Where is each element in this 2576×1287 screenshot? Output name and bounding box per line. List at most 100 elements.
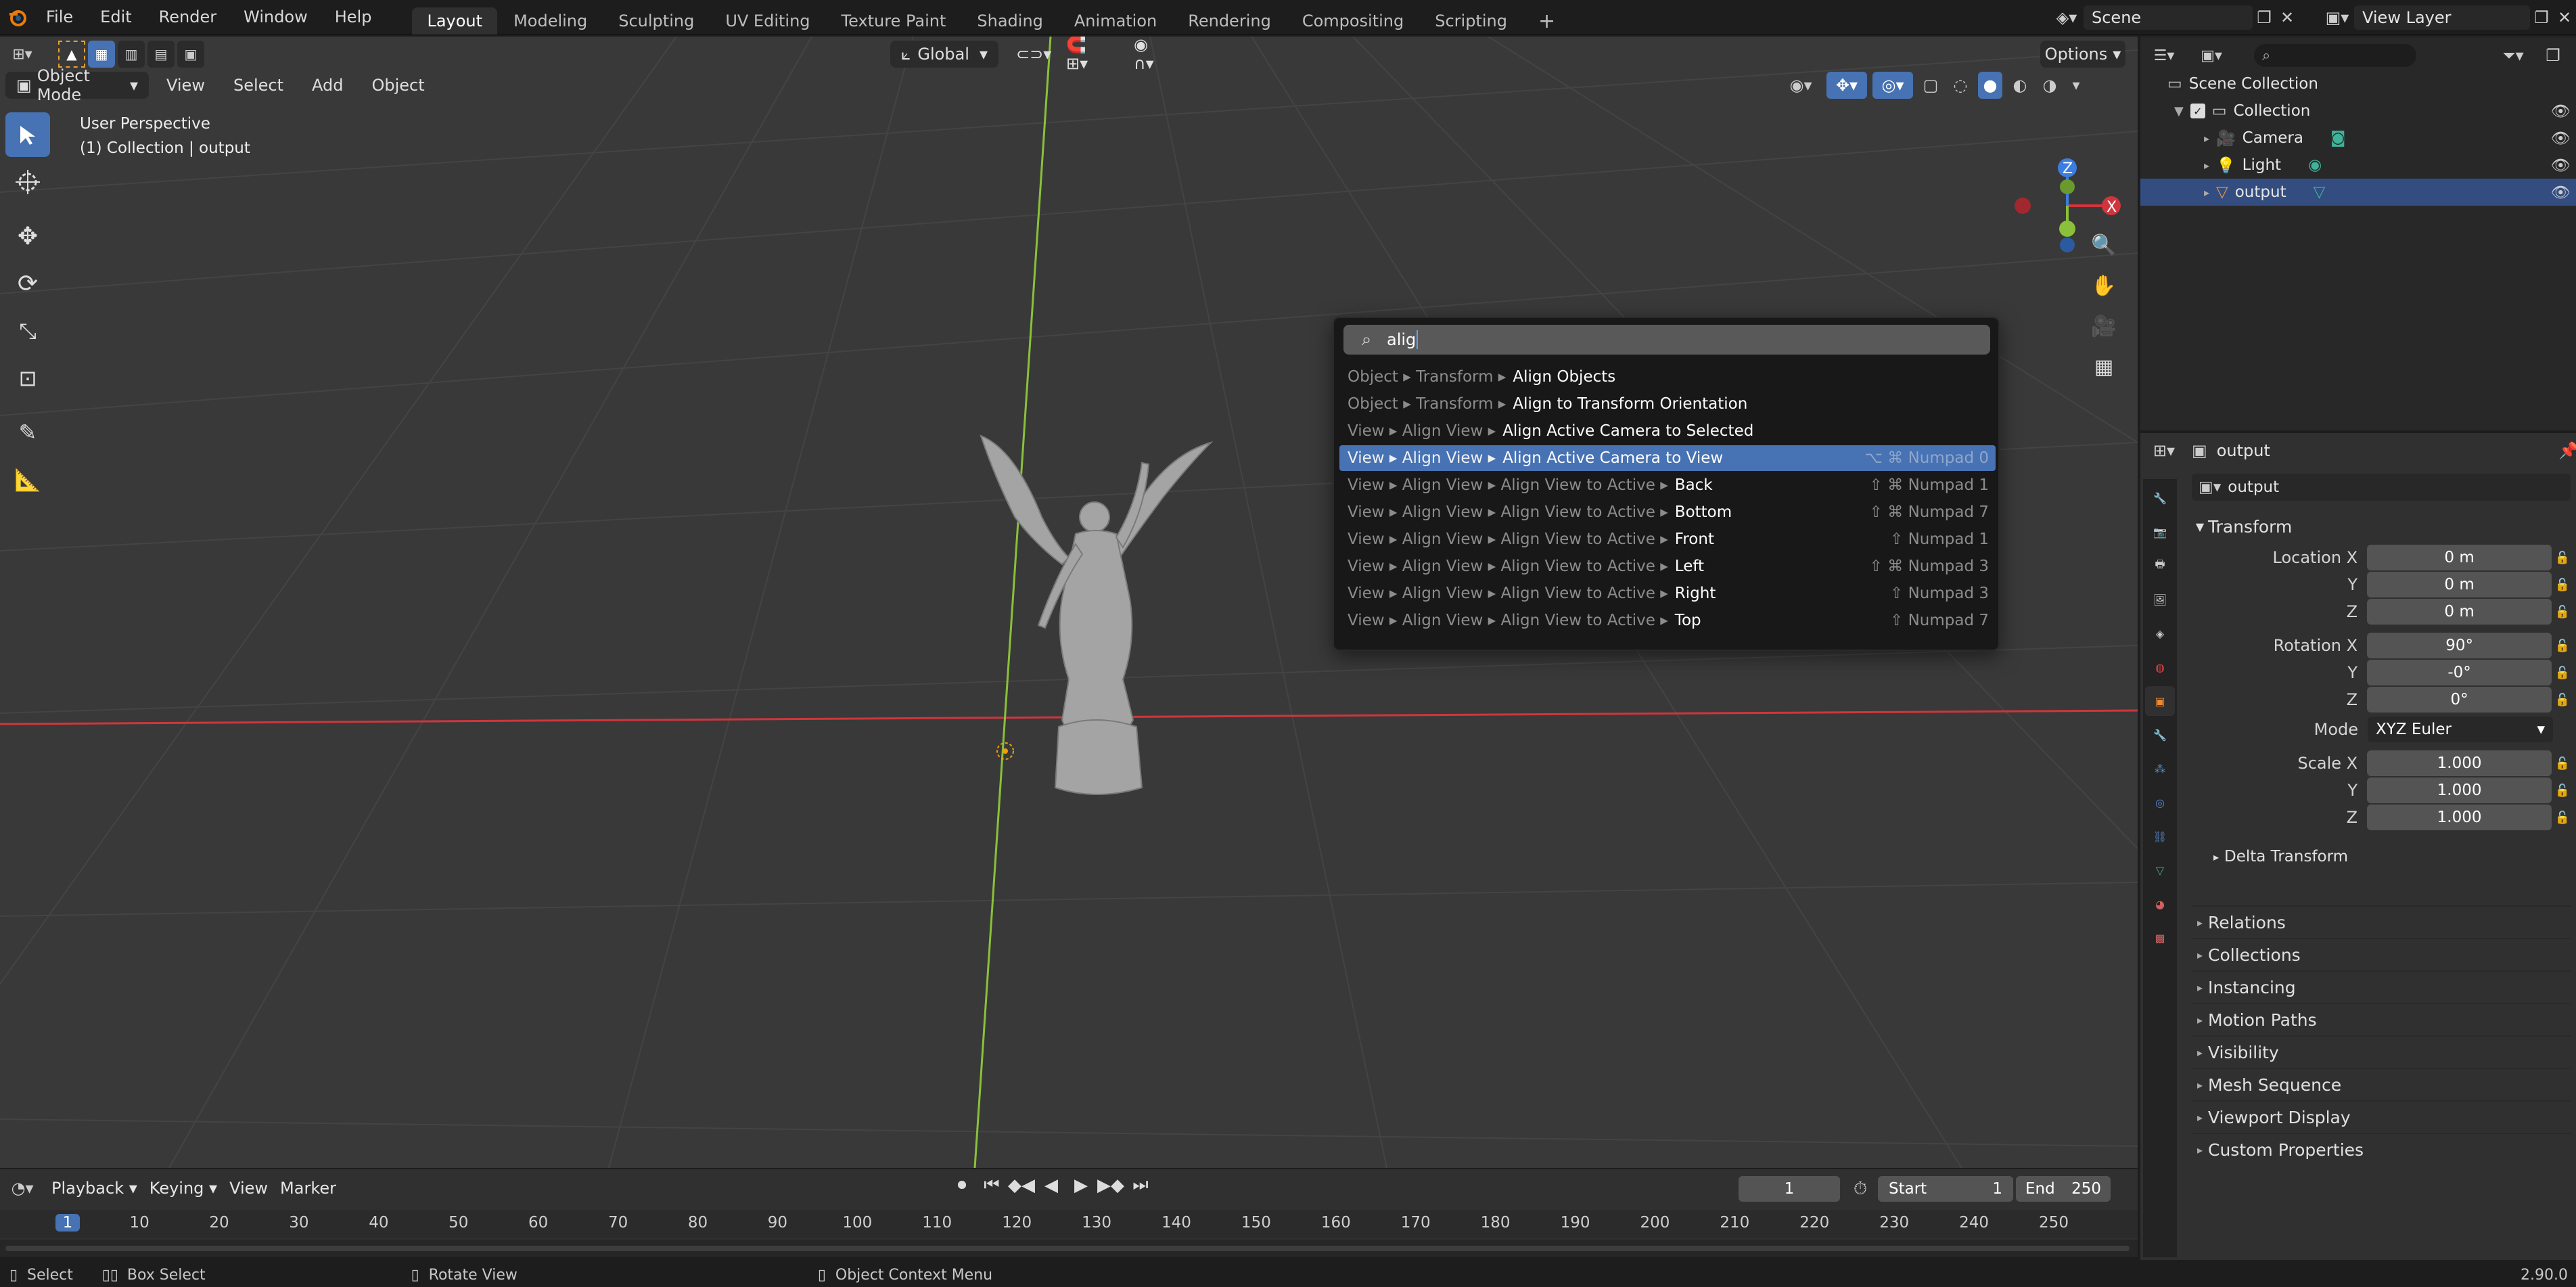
editor-type-icon[interactable]: ◔▾ xyxy=(5,1179,39,1198)
select-subtract-mode-icon[interactable]: ▤ xyxy=(147,41,175,68)
pin-icon[interactable]: 📌 xyxy=(2558,441,2576,460)
tab-uv-editing[interactable]: UV Editing xyxy=(710,7,825,35)
lock-icon[interactable]: 🔓 xyxy=(2554,666,2571,680)
new-scene-icon[interactable]: ❐ xyxy=(2253,8,2276,27)
panel-visibility[interactable]: ▸ Visibility xyxy=(2192,1035,2571,1068)
search-result-item[interactable]: View ▸ Align View ▸ Align View to Active… xyxy=(1339,526,1996,552)
tab-rendering[interactable]: Rendering xyxy=(1173,7,1286,35)
stopwatch-icon[interactable]: ⏱ xyxy=(1847,1176,1874,1202)
measure-tool-icon[interactable]: 📐 xyxy=(5,457,50,502)
perspective-grid-icon[interactable]: ▦ xyxy=(2085,348,2123,386)
object-mode-dropdown[interactable]: ▣ Object Mode ▾ xyxy=(5,66,149,104)
panel-collections[interactable]: ▸ Collections xyxy=(2192,938,2571,970)
scene-collection-row[interactable]: ▭ Scene Collection xyxy=(2140,70,2576,97)
lock-icon[interactable]: 🔓 xyxy=(2554,757,2571,771)
eye-icon[interactable]: 👁 xyxy=(2551,129,2571,148)
marker-menu[interactable]: Marker xyxy=(280,1179,336,1198)
editor-type-selector[interactable]: ⊞▾ xyxy=(5,41,39,68)
shading-options-icon[interactable]: ▾ xyxy=(2067,72,2085,99)
object-menu[interactable]: Object xyxy=(361,72,435,99)
playhead[interactable]: 1 xyxy=(55,1214,80,1232)
jump-start-icon[interactable]: ⏮ xyxy=(980,1175,1004,1196)
menu-help[interactable]: Help xyxy=(321,0,386,35)
start-frame-field[interactable]: Start 1 xyxy=(1878,1176,2013,1202)
playback-menu[interactable]: Playback ▾ xyxy=(51,1179,137,1198)
pivot-dropdown[interactable]: ⊂⊃▾ xyxy=(1005,41,1051,68)
tab-scripting[interactable]: Scripting xyxy=(1420,7,1522,35)
delta-transform-subpanel[interactable]: ▸ Delta Transform xyxy=(2192,842,2571,872)
orientation-dropdown[interactable]: ⟀ Global ▾ xyxy=(890,41,998,68)
scrollbar-thumb[interactable] xyxy=(5,1246,2130,1251)
location-x-field[interactable]: 0 m xyxy=(2367,545,2552,570)
tab-animation[interactable]: Animation xyxy=(1059,7,1172,35)
lock-icon[interactable]: 🔓 xyxy=(2554,639,2571,653)
move-tool-icon[interactable]: ✥ xyxy=(5,214,50,258)
scene-name[interactable]: Scene xyxy=(2084,5,2253,30)
texture-tab-icon[interactable]: ▩ xyxy=(2145,923,2175,953)
scale-y-field[interactable]: 1.000 xyxy=(2367,777,2552,803)
tab-layout[interactable]: Layout xyxy=(412,7,498,35)
particles-tab-icon[interactable]: ⁂ xyxy=(2145,754,2175,784)
outliner-item-light[interactable]: ▸ 💡 Light ◉ 👁 xyxy=(2140,152,2576,179)
collection-row[interactable]: ▼ ✓ ▭ Collection 👁 xyxy=(2140,97,2576,125)
frame-ruler[interactable]: 1 10 20 30 40 50 60 70 80 90 100 110 120 130 140 150 160… xyxy=(0,1210,2138,1238)
render-tab-icon[interactable]: 📷 xyxy=(2145,517,2175,547)
xray-toggle-icon[interactable]: ▢ xyxy=(1918,72,1943,99)
search-result-item[interactable]: View ▸ Align View ▸ Align View to Active… xyxy=(1339,499,1996,525)
outliner-item-camera[interactable]: ▸ 🎥 Camera ◙ 👁 xyxy=(2140,125,2576,152)
cursor-tool-icon[interactable] xyxy=(5,160,50,204)
add-workspace-icon[interactable]: + xyxy=(1523,7,1570,35)
annotate-tool-icon[interactable]: ✎ xyxy=(5,410,50,455)
scale-x-field[interactable]: 1.000 xyxy=(2367,750,2552,776)
expand-arrow-icon[interactable]: ▸ xyxy=(2204,186,2209,199)
expand-arrow-icon[interactable]: ▸ xyxy=(2204,132,2209,145)
select-extend-mode-icon[interactable]: ▥ xyxy=(118,41,145,68)
camera-data-icon[interactable]: ◙ xyxy=(2330,129,2345,147)
shading-wireframe-icon[interactable]: ◌ xyxy=(1948,72,1973,99)
scene-selector[interactable]: ◈▾ Scene ❐ ✕ xyxy=(2050,4,2299,31)
camera-view-icon[interactable]: 🎥 xyxy=(2085,307,2123,345)
world-tab-icon[interactable]: ◍ xyxy=(2145,652,2175,682)
end-frame-field[interactable]: End 250 xyxy=(2016,1176,2111,1202)
overlays-toggle-icon[interactable]: ◎▾ xyxy=(1872,72,1913,99)
rotation-mode-dropdown[interactable]: XYZ Euler ▾ xyxy=(2368,717,2553,742)
editor-type-icon[interactable]: ⊞▾ xyxy=(5,41,39,68)
record-icon[interactable]: ⏺ xyxy=(950,1175,974,1196)
panel-instancing[interactable]: ▸ Instancing xyxy=(2192,970,2571,1003)
shading-solid-icon[interactable]: ● xyxy=(1978,72,2002,99)
options-dropdown[interactable]: Options ▾ xyxy=(2040,41,2125,68)
tab-compositing[interactable]: Compositing xyxy=(1287,7,1419,35)
mesh-data-icon[interactable]: ▽ xyxy=(2314,183,2326,201)
shading-rendered-icon[interactable]: ◑ xyxy=(2038,72,2062,99)
display-mode-icon[interactable]: ▣▾ xyxy=(2193,47,2230,64)
keying-menu[interactable]: Keying ▾ xyxy=(150,1179,217,1198)
view-menu[interactable]: View xyxy=(229,1179,268,1198)
jump-end-icon[interactable]: ⏭ xyxy=(1128,1175,1153,1196)
tab-shading[interactable]: Shading xyxy=(962,7,1058,35)
lock-icon[interactable]: 🔓 xyxy=(2554,578,2571,592)
view-menu[interactable]: View xyxy=(156,72,216,99)
object-datablock-field[interactable]: ▣▾ output xyxy=(2192,474,2571,501)
close-view-layer-icon[interactable]: ✕ xyxy=(2553,8,2576,27)
constraints-tab-icon[interactable]: ⛓ xyxy=(2145,821,2175,851)
visibility-icon[interactable]: ◉▾ xyxy=(1780,72,1821,99)
scale-z-field[interactable]: 1.000 xyxy=(2367,805,2552,830)
search-result-item[interactable]: View ▸ Align View ▸ Align View to Active… xyxy=(1339,608,1996,633)
lock-icon[interactable]: 🔓 xyxy=(2554,605,2571,619)
lock-icon[interactable]: 🔓 xyxy=(2554,551,2571,565)
rotate-tool-icon[interactable]: ⟳ xyxy=(5,261,50,306)
select-menu[interactable]: Select xyxy=(223,72,294,99)
rotation-y-field[interactable]: -0° xyxy=(2367,660,2552,685)
rotation-z-field[interactable]: 0° xyxy=(2367,687,2552,713)
next-keyframe-icon[interactable]: ▶◆ xyxy=(1097,1175,1124,1196)
light-data-icon[interactable]: ◉ xyxy=(2308,156,2322,174)
gizmo-toggle-icon[interactable]: ✥▾ xyxy=(1826,72,1867,99)
view-layer-name[interactable]: View Layer xyxy=(2354,5,2530,30)
expand-arrow-icon[interactable]: ▸ xyxy=(2204,159,2209,172)
search-result-item[interactable]: View ▸ Align View ▸ Align View to Active… xyxy=(1339,581,1996,606)
proportional-edit-toggle[interactable]: ◉ ∩▾ xyxy=(1123,37,1184,73)
add-menu[interactable]: Add xyxy=(301,72,354,99)
play-reverse-icon[interactable]: ◀ xyxy=(1039,1175,1063,1196)
output-tab-icon[interactable]: 🖶 xyxy=(2145,551,2175,581)
select-intersect-mode-icon[interactable]: ▣ xyxy=(177,41,204,68)
